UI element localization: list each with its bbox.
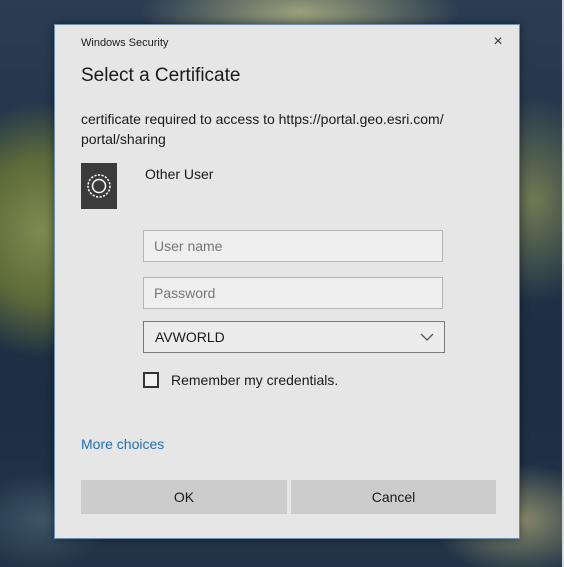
account-name: Other User [145, 166, 214, 182]
domain-dropdown[interactable]: AVWORLD [143, 321, 445, 353]
close-button[interactable]: × [487, 31, 509, 53]
more-choices-link[interactable]: More choices [81, 436, 164, 452]
password-input[interactable] [143, 277, 443, 309]
dialog-message: certificate required to access to https:… [81, 109, 501, 149]
username-input[interactable] [143, 230, 443, 262]
ok-button[interactable]: OK [81, 480, 287, 514]
desktop-background: Windows Security × Select a Certificate … [0, 0, 564, 567]
window-title: Windows Security [81, 37, 169, 49]
certificate-icon [81, 163, 117, 209]
dialog-heading: Select a Certificate [81, 65, 241, 86]
certificate-seal-icon [87, 174, 111, 198]
chevron-down-icon [420, 333, 434, 341]
title-bar[interactable]: Windows Security × [55, 25, 519, 59]
windows-security-dialog: Windows Security × Select a Certificate … [54, 24, 520, 539]
cancel-button[interactable]: Cancel [291, 480, 496, 514]
domain-selected-value: AVWORLD [155, 329, 225, 345]
message-text: certificate required to access to https:… [81, 111, 444, 147]
remember-checkbox[interactable] [143, 372, 159, 388]
remember-label: Remember my credentials. [171, 372, 339, 388]
